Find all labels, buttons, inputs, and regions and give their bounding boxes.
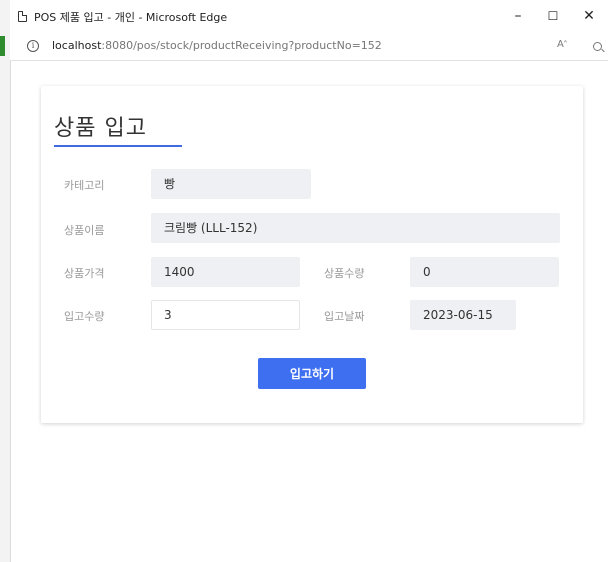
product-name-field: 크림빵 (LLL-152)	[151, 213, 560, 243]
background-window-accent	[0, 36, 5, 56]
quantity-label: 입고수량	[64, 310, 105, 323]
receiving-card: 상품 입고 카테고리 빵 상품이름 크림빵 (LLL-152) 상품가격 140…	[41, 86, 583, 423]
window-title: POS 제품 입고 - 개인 - Microsoft Edge	[34, 11, 228, 24]
info-icon[interactable]: i	[27, 40, 39, 52]
stock-label: 상품수량	[324, 267, 365, 280]
quantity-input[interactable]	[151, 300, 300, 330]
category-label: 카테고리	[64, 179, 105, 192]
read-aloud-sup: ᴬ	[563, 39, 567, 47]
zoom-icon[interactable]	[593, 42, 602, 51]
date-field[interactable]: 2023-06-15	[410, 300, 516, 330]
url-host: localhost	[52, 39, 102, 52]
title-underline	[54, 145, 182, 147]
product-name-label: 상품이름	[64, 224, 105, 237]
date-label: 입고날짜	[324, 310, 365, 323]
address-bar[interactable]: i localhost:8080/pos/stock/productReceiv…	[10, 33, 608, 61]
price-label: 상품가격	[64, 267, 105, 280]
close-button[interactable]: ✕	[571, 0, 607, 33]
url-path: :8080/pos/stock/productReceiving?product…	[101, 39, 382, 52]
left-window-edge	[0, 0, 11, 562]
read-aloud-glyph: A	[557, 39, 564, 50]
receive-button[interactable]: 입고하기	[258, 358, 366, 389]
category-field: 빵	[151, 169, 311, 199]
url-text[interactable]: localhost:8080/pos/stock/productReceivin…	[52, 39, 382, 52]
stock-field: 0	[410, 257, 559, 287]
title-bar: POS 제품 입고 - 개인 - Microsoft Edge – ☐ ✕	[10, 0, 608, 33]
read-aloud-icon[interactable]: Aᴬ	[557, 39, 567, 50]
minimize-button[interactable]: –	[500, 0, 536, 33]
maximize-button[interactable]: ☐	[535, 0, 571, 33]
page-icon	[18, 11, 27, 22]
price-field: 1400	[151, 257, 300, 287]
page-title: 상품 입고	[54, 116, 147, 141]
